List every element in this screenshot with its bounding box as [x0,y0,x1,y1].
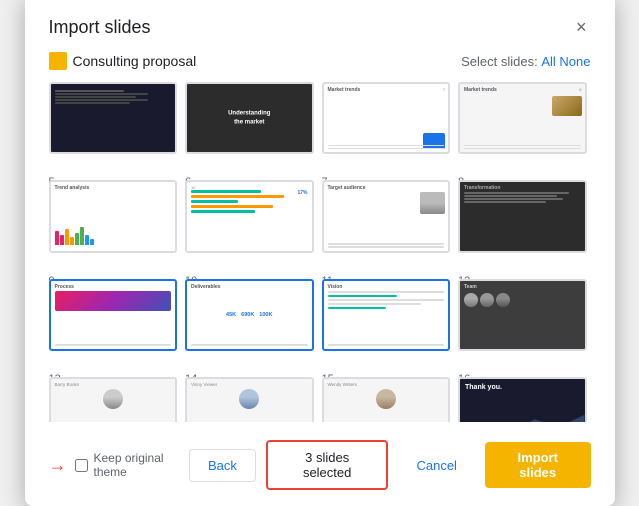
list-item: Team 16 [458,279,587,369]
list-item: Market trends 8 8 [458,82,587,172]
presentation-row: Consulting proposal Select slides: All N… [49,52,591,70]
slide-thumb-8[interactable]: Market trends 8 [458,82,587,154]
slide-thumb-11[interactable]: Target audience [322,180,451,252]
slide-thumb-10[interactable]: 10 17% [185,180,314,252]
list-item: Vision 15 [322,279,451,369]
slide-thumb-15[interactable]: Vision [322,279,451,351]
slide-thumb-16[interactable]: Team [458,279,587,351]
presentation-name: Consulting proposal [49,52,197,70]
list-item: Transformation 12 [458,180,587,270]
slide-thumb-19[interactable]: Wendy Writers [322,377,451,422]
slide-thumb-20[interactable]: Thank you. [458,377,587,422]
back-button[interactable]: Back [189,449,256,482]
list-item: Process 13 [49,279,178,369]
dialog-header: Import slides × [49,14,591,40]
list-item: Vinny Viewer 18 [185,377,314,422]
slide-thumb-18[interactable]: Vinny Viewer [185,377,314,422]
slide-thumb-14[interactable]: Deliverables 45K 690K 100K [185,279,314,351]
cancel-button[interactable]: Cancel [398,450,474,481]
list-item: Wendy Writers 19 [322,377,451,422]
select-slides-label: Select slides: [461,54,538,69]
slide-thumb-9[interactable]: Trend analysis [49,180,178,252]
slides-grid: 5 Understandingthe market 6 Market trend… [49,82,591,422]
close-button[interactable]: × [572,14,591,40]
list-item: Market trends 7 7 [322,82,451,172]
slide-thumb-7[interactable]: Market trends 7 [322,82,451,154]
keep-theme-row: → Keep original theme [49,451,179,479]
import-slides-dialog: Import slides × Consulting proposal Sele… [25,0,615,506]
list-item: 5 [49,82,178,172]
list-item: 10 17% 10 [185,180,314,270]
dialog-title: Import slides [49,17,151,38]
keep-theme-checkbox[interactable] [75,459,88,472]
select-slides-row: Select slides: All None [461,54,590,69]
import-button[interactable]: Import slides [485,442,591,488]
list-item: Understandingthe market 6 [185,82,314,172]
list-item: Target audience 11 [322,180,451,270]
list-item: Deliverables 45K 690K 100K 14 [185,279,314,369]
slide-thumb-13[interactable]: Process [49,279,178,351]
slides-selected-button[interactable]: 3 slides selected [266,440,389,490]
list-item: Trend analysis 9 [49,180,178,270]
select-all-link[interactable]: All None [541,54,590,69]
list-item: Thank you. 20 [458,377,587,422]
slide-thumb-17[interactable]: Barry Books [49,377,178,422]
arrow-icon: → [49,455,67,476]
list-item: Barry Books 17 [49,377,178,422]
keep-theme-label[interactable]: Keep original theme [94,451,179,479]
slide-thumb-6[interactable]: Understandingthe market [185,82,314,154]
dialog-footer: → Keep original theme Back 3 slides sele… [49,436,591,490]
presentation-name-label: Consulting proposal [73,53,197,69]
slide-thumb-12[interactable]: Transformation [458,180,587,252]
slide-thumb-5[interactable] [49,82,178,154]
ppt-icon [49,52,67,70]
